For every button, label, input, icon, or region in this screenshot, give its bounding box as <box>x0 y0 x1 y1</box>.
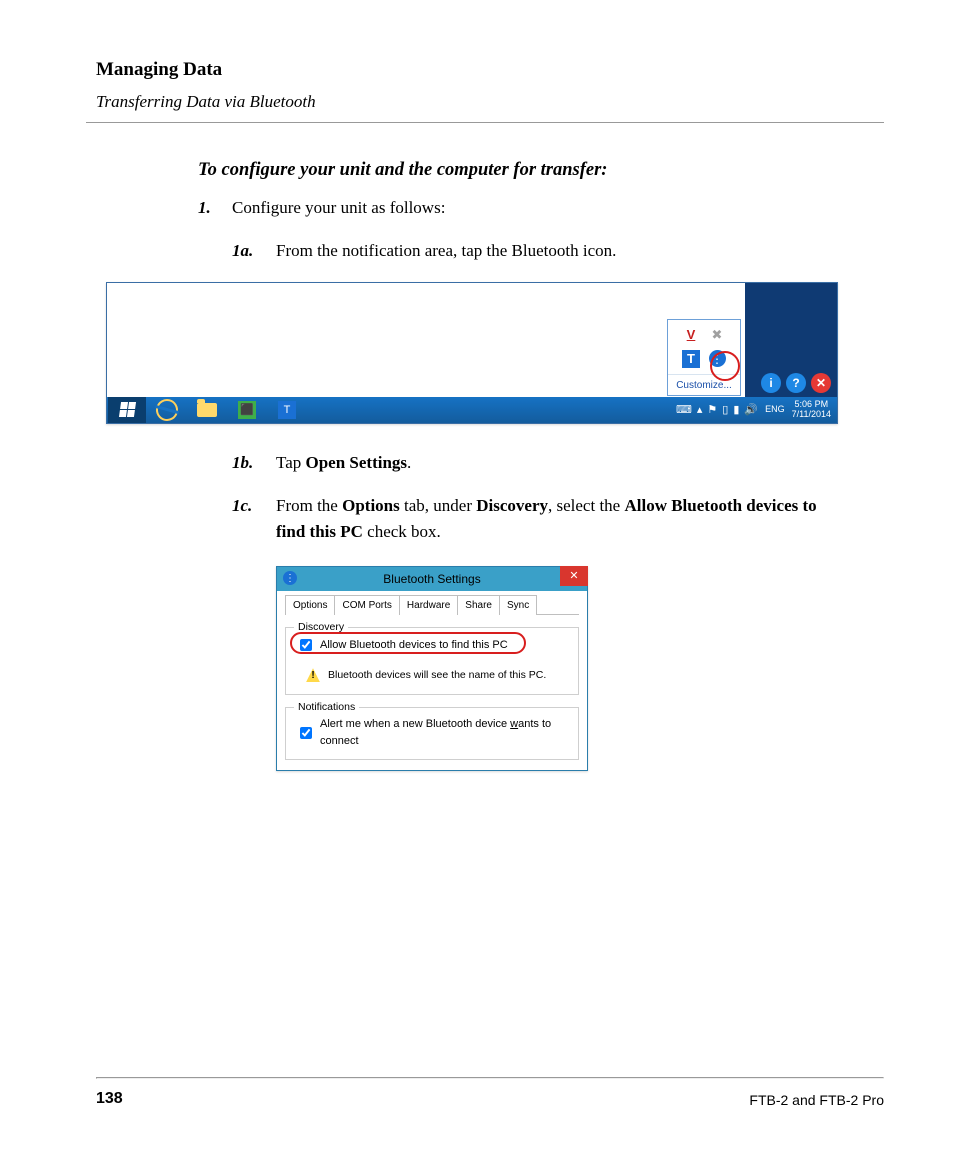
discovery-warning-text: Bluetooth devices will see the name of t… <box>328 668 546 684</box>
step-1c: 1c. From the Options tab, under Discover… <box>232 493 884 544</box>
figure-bluetooth-settings: ⋮ Bluetooth Settings ✕ Options COM Ports… <box>276 566 588 771</box>
app-t-button[interactable]: T <box>268 397 306 423</box>
folder-icon <box>197 403 217 417</box>
taskbar-clock[interactable]: 5:06 PM 7/11/2014 <box>792 400 831 420</box>
start-button[interactable] <box>108 397 146 423</box>
tab-sync[interactable]: Sync <box>499 595 537 615</box>
tray-icon-t[interactable]: T <box>682 350 700 368</box>
warning-icon: ! <box>306 668 320 682</box>
step-1: 1. Configure your unit as follows: <box>198 195 884 221</box>
allow-discovery-checkbox[interactable] <box>300 639 312 651</box>
step-1a-text: From the notification area, tap the Blue… <box>276 238 616 264</box>
clock-date: 7/11/2014 <box>792 410 831 420</box>
step-1b: 1b. Tap Open Settings. <box>232 450 884 476</box>
windows-logo-icon <box>118 402 135 417</box>
tab-com-ports[interactable]: COM Ports <box>334 595 399 615</box>
step-1-number: 1. <box>198 195 232 221</box>
step-1b-number: 1b. <box>232 450 276 476</box>
tab-hardware[interactable]: Hardware <box>399 595 458 615</box>
taskbar: ⬛ T ⌨ ▴ ⚑ ▯ ▮ 🔊 ENG 5:06 PM 7/11/2014 <box>107 397 837 423</box>
discovery-group: Discovery Allow Bluetooth devices to fin… <box>285 627 579 695</box>
step-1-text: Configure your unit as follows: <box>232 195 445 221</box>
step-1a-number: 1a. <box>232 238 276 264</box>
ie-icon <box>154 396 181 423</box>
page-header-title: Managing Data <box>96 56 884 85</box>
dialog-titlebar: ⋮ Bluetooth Settings ✕ <box>277 567 587 591</box>
battery-icon[interactable]: ▮ <box>733 402 739 419</box>
tab-strip: Options COM Ports Hardware Share Sync <box>285 595 579 615</box>
page-header-subtitle: Transferring Data via Bluetooth <box>96 89 884 115</box>
tab-options[interactable]: Options <box>285 595 335 615</box>
step-1c-number: 1c. <box>232 493 276 544</box>
bluetooth-icon[interactable]: ⋮ <box>708 350 726 368</box>
customize-link[interactable]: Customize... <box>668 374 740 393</box>
tray-flyout: V ✖ T ⋮ Customize... <box>667 319 741 396</box>
footer-rule <box>96 1077 884 1079</box>
store-button[interactable]: ⬛ <box>228 397 266 423</box>
dialog-close-button[interactable]: ✕ <box>560 566 588 586</box>
tray-icon-disabled[interactable]: ✖ <box>708 326 726 344</box>
tray-icon-v[interactable]: V <box>682 326 700 344</box>
alert-connect-checkbox[interactable] <box>300 727 312 739</box>
figure-notification-area: V ✖ T ⋮ Customize... i ? ✕ <box>106 282 838 424</box>
keyboard-icon[interactable]: ⌨ <box>676 402 692 419</box>
network-icon[interactable]: ▯ <box>722 402 728 419</box>
close-button[interactable]: ✕ <box>811 373 831 393</box>
system-tray[interactable]: ⌨ ▴ ⚑ ▯ ▮ 🔊 <box>676 402 758 419</box>
step-1b-text: Tap Open Settings. <box>276 450 411 476</box>
ie-button[interactable] <box>148 397 186 423</box>
step-1c-text: From the Options tab, under Discovery, s… <box>276 493 836 544</box>
store-icon: ⬛ <box>238 401 256 419</box>
notifications-legend: Notifications <box>294 700 359 716</box>
alert-connect-label: Alert me when a new Bluetooth device wan… <box>320 716 568 749</box>
step-1a: 1a. From the notification area, tap the … <box>232 238 884 264</box>
explorer-button[interactable] <box>188 397 226 423</box>
info-button[interactable]: i <box>761 373 781 393</box>
tray-chevron-icon[interactable]: ▴ <box>697 402 703 419</box>
dialog-title: Bluetooth Settings <box>383 570 480 588</box>
language-indicator[interactable]: ENG <box>765 403 785 417</box>
product-name: FTB-2 and FTB-2 Pro <box>749 1090 884 1111</box>
allow-discovery-label: Allow Bluetooth devices to find this PC <box>320 637 508 654</box>
app-t-icon: T <box>278 401 296 419</box>
discovery-legend: Discovery <box>294 620 348 636</box>
bluetooth-title-icon: ⋮ <box>283 571 297 585</box>
header-rule <box>86 122 884 123</box>
notifications-group: Notifications Alert me when a new Blueto… <box>285 707 579 760</box>
help-button[interactable]: ? <box>786 373 806 393</box>
flag-icon[interactable]: ⚑ <box>707 402 717 419</box>
tab-share[interactable]: Share <box>457 595 500 615</box>
volume-icon[interactable]: 🔊 <box>744 402 758 419</box>
section-title: To configure your unit and the computer … <box>198 157 884 185</box>
page-number: 138 <box>96 1087 123 1111</box>
